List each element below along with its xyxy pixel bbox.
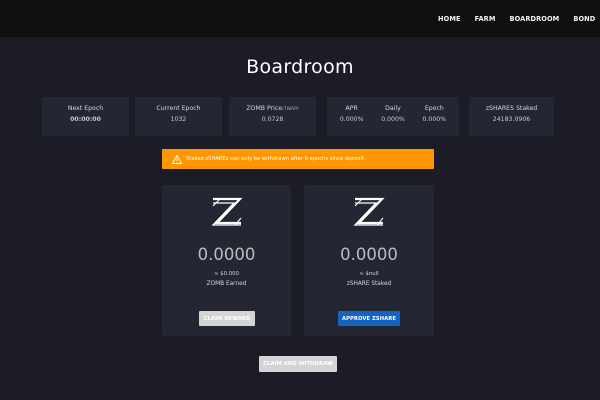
zshares-staked-label: zSHARES Staked xyxy=(485,105,538,112)
apr-grid: APR 0.000% Daily 0.000% Epoch 0.000% xyxy=(327,97,459,123)
twap-suffix: (TWAP) xyxy=(282,107,299,112)
claim-and-withdraw-button[interactable]: CLAIM AND WITHDRAW xyxy=(259,356,337,372)
daily-label: Daily xyxy=(385,105,401,112)
current-epoch-value: 1032 xyxy=(170,116,187,123)
zomb-earned-card: 0.0000 ≈ $0.000 ZOMB Earned CLAIM REWARD xyxy=(162,185,291,336)
warning-triangle-icon xyxy=(172,154,182,164)
current-epoch-card: Current Epoch 1032 xyxy=(135,97,222,136)
next-epoch-value: 00:00:00 xyxy=(70,116,101,123)
apr-value: 0.000% xyxy=(339,116,364,123)
epoch-label: Epoch xyxy=(424,105,444,112)
main-nav: HOME FARM BOARDROOM BOND VA xyxy=(438,0,600,37)
zomb-logo-icon xyxy=(210,197,243,226)
apr-card: APR 0.000% Daily 0.000% Epoch 0.000% xyxy=(327,97,459,136)
zomb-price-label-text: ZOMB Price xyxy=(246,105,283,112)
zshares-staked-value: 24183.0906 xyxy=(492,116,531,123)
zomb-price-value: 0.0728 xyxy=(261,116,284,123)
zomb-price-label: ZOMB Price(TWAP) xyxy=(229,105,316,112)
approve-zshare-button[interactable]: APPROVE ZSHARE xyxy=(338,311,400,326)
zomb-earned-label: ZOMB Earned xyxy=(206,281,247,287)
top-navigation-bar: HOME FARM BOARDROOM BOND VA xyxy=(0,0,600,37)
zomb-price-card: ZOMB Price(TWAP) 0.0728 xyxy=(229,97,316,136)
next-epoch-label: Next Epoch xyxy=(67,105,104,112)
nav-link-bond[interactable]: BOND xyxy=(573,15,595,23)
warning-text: Staked zSHAREs can only be withdrawn aft… xyxy=(186,156,366,162)
zshares-staked-card: zSHARES Staked 24183.0906 xyxy=(469,97,554,136)
zshare-logo-icon xyxy=(353,197,385,226)
nav-link-farm[interactable]: FARM xyxy=(475,15,496,23)
current-epoch-label: Current Epoch xyxy=(156,105,201,112)
next-epoch-card: Next Epoch 00:00:00 xyxy=(42,97,129,136)
claim-reward-button[interactable]: CLAIM REWARD xyxy=(199,311,255,326)
page-title: Boardroom xyxy=(246,56,354,78)
zshare-staked-card: 0.0000 ≈ $null zSHARE Staked APPROVE ZSH… xyxy=(304,185,434,336)
daily-column: Daily 0.000% xyxy=(381,97,405,123)
nav-link-home[interactable]: HOME xyxy=(438,15,461,23)
zomb-earned-value: 0.0000 xyxy=(197,245,256,264)
zomb-earned-usd: ≈ $0.000 xyxy=(214,271,239,277)
warning-banner: Staked zSHAREs can only be withdrawn aft… xyxy=(162,149,434,169)
zshare-staked-label: zSHARE Staked xyxy=(346,281,392,287)
nav-link-boardroom[interactable]: BOARDROOM xyxy=(509,15,559,23)
zshare-staked-value: 0.0000 xyxy=(340,245,398,264)
zshare-staked-usd: ≈ $null xyxy=(359,271,379,277)
daily-value: 0.000% xyxy=(381,116,405,123)
epoch-value: 0.000% xyxy=(422,116,447,123)
epoch-column: Epoch 0.000% xyxy=(423,97,447,123)
apr-column: APR 0.000% xyxy=(340,97,364,123)
apr-label: APR xyxy=(345,105,358,112)
